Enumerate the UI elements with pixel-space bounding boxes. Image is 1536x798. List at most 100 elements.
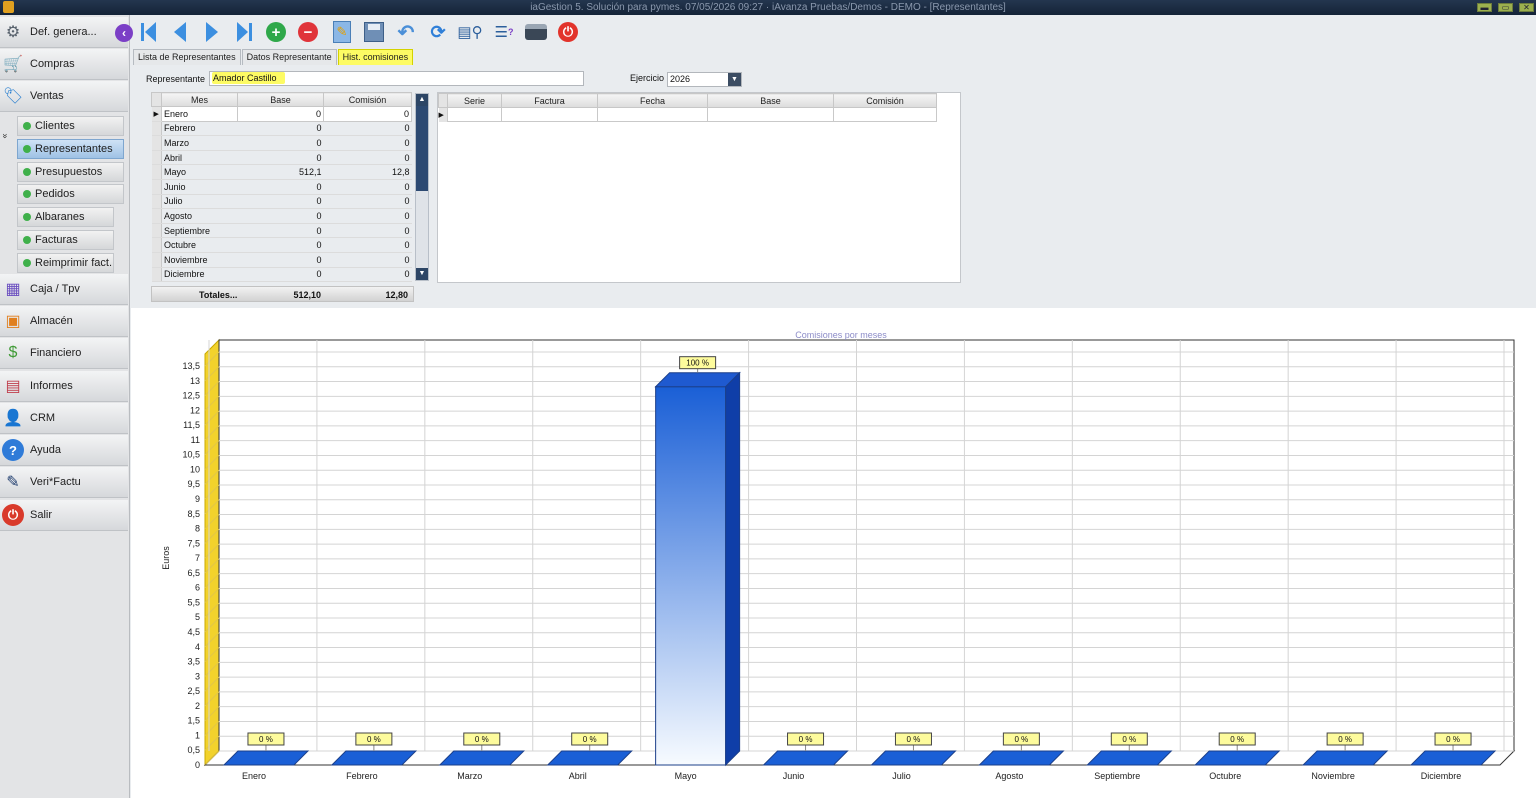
close-icon[interactable]: ⏻ bbox=[554, 19, 582, 45]
cell-mes[interactable]: Mayo bbox=[161, 164, 238, 180]
tab-hist-comisiones[interactable]: Hist. comisiones bbox=[337, 49, 414, 65]
next-record-icon[interactable] bbox=[198, 19, 226, 45]
search-icon[interactable]: ▤⚲ bbox=[456, 19, 484, 45]
cell-base[interactable]: 0 bbox=[237, 267, 324, 283]
cell-fecha[interactable] bbox=[597, 107, 708, 122]
edit-icon[interactable]: ✎ bbox=[328, 19, 356, 45]
cell-comision[interactable]: 0 bbox=[323, 106, 412, 122]
cell-comision[interactable]: 0 bbox=[323, 208, 412, 224]
sidebar-item-ventas[interactable]: 🏷 Ventas bbox=[0, 81, 128, 112]
cell-factura[interactable] bbox=[501, 107, 598, 122]
maximize-button[interactable]: ▭ bbox=[1498, 3, 1513, 12]
cell-mes[interactable]: Septiembre bbox=[161, 223, 238, 239]
cell-base[interactable]: 0 bbox=[237, 194, 324, 210]
table-row[interactable]: Junio 0 0 bbox=[151, 179, 412, 195]
sidebar-subitem-facturas[interactable]: Facturas bbox=[17, 230, 114, 250]
table-row[interactable]: Abril 0 0 bbox=[151, 150, 412, 166]
cell-base[interactable]: 0 bbox=[237, 208, 324, 224]
col-header-base[interactable]: Base bbox=[237, 92, 324, 107]
close-window-button[interactable]: ✕ bbox=[1519, 3, 1534, 12]
table-row[interactable]: Septiembre 0 0 bbox=[151, 223, 412, 239]
col-header-comision[interactable]: Comisión bbox=[833, 93, 937, 108]
cell-comision[interactable]: 0 bbox=[323, 223, 412, 239]
first-record-icon[interactable] bbox=[134, 19, 162, 45]
months-grid-scrollbar[interactable]: ▲ ▼ bbox=[415, 93, 429, 281]
cell-comision[interactable]: 0 bbox=[323, 121, 412, 137]
sidebar-subitem-presupuestos[interactable]: Presupuestos bbox=[17, 161, 124, 182]
minimize-button[interactable]: ▬ bbox=[1477, 3, 1492, 12]
sidebar-subitem-representantes[interactable]: Representantes bbox=[17, 138, 124, 159]
table-row[interactable]: ▶ Enero 0 0 bbox=[151, 106, 412, 122]
table-row[interactable]: Diciembre 0 0 bbox=[151, 267, 412, 283]
cell-base[interactable]: 0 bbox=[237, 223, 324, 239]
undo-icon[interactable]: ↶ bbox=[392, 19, 420, 45]
ejercicio-select[interactable]: 2026 ▼ bbox=[667, 72, 742, 87]
scroll-up-icon[interactable]: ▲ bbox=[416, 94, 428, 106]
table-row[interactable]: Julio 0 0 bbox=[151, 194, 412, 210]
cell-base[interactable]: 512,1 bbox=[237, 164, 324, 180]
cell-comision[interactable]: 0 bbox=[323, 252, 412, 268]
cell-mes[interactable]: Junio bbox=[161, 179, 238, 195]
sidebar-item-almac-n[interactable]: ▣ Almacén bbox=[0, 306, 128, 337]
cell-mes[interactable]: Febrero bbox=[161, 121, 238, 137]
cell-comision[interactable]: 0 bbox=[323, 150, 412, 166]
sidebar-subitem-clientes[interactable]: Clientes bbox=[17, 116, 124, 136]
sidebar-subitem-pedidos[interactable]: Pedidos bbox=[17, 184, 124, 205]
scroll-down-icon[interactable]: ▼ bbox=[416, 268, 428, 280]
sidebar-item-def-genera[interactable]: ⚙ Def. genera... bbox=[0, 17, 128, 48]
sidebar-item-caja-tpv[interactable]: ▦ Caja / Tpv bbox=[0, 274, 128, 305]
add-icon[interactable]: + bbox=[262, 19, 290, 45]
sidebar-item-veri-factu[interactable]: ✎ Veri*Factu bbox=[0, 467, 128, 498]
cell-base[interactable]: 0 bbox=[237, 237, 324, 253]
cell-base[interactable]: 0 bbox=[237, 150, 324, 166]
sidebar-item-ayuda[interactable]: ? Ayuda bbox=[0, 435, 128, 466]
cell-comision[interactable]: 0 bbox=[323, 179, 412, 195]
cell-comision[interactable]: 0 bbox=[323, 267, 412, 283]
cell-mes[interactable]: Julio bbox=[161, 194, 238, 210]
col-header-factura[interactable]: Factura bbox=[501, 93, 598, 108]
refresh-icon[interactable]: ⟳ bbox=[424, 19, 452, 45]
table-row[interactable]: Febrero 0 0 bbox=[151, 121, 412, 137]
col-header-mes[interactable]: Mes bbox=[161, 92, 238, 107]
cell-mes[interactable]: Octubre bbox=[161, 237, 238, 253]
cell-base[interactable]: 0 bbox=[237, 106, 324, 122]
cell-serie[interactable] bbox=[447, 107, 502, 122]
col-header-fecha[interactable]: Fecha bbox=[597, 93, 708, 108]
col-header-comision[interactable]: Comisión bbox=[323, 92, 412, 107]
table-row[interactable]: Marzo 0 0 bbox=[151, 135, 412, 151]
sidebar-item-financiero[interactable]: $ Financiero bbox=[0, 338, 128, 369]
sidebar-item-crm[interactable]: 👤 CRM bbox=[0, 403, 128, 434]
last-record-icon[interactable] bbox=[230, 19, 258, 45]
list-help-icon[interactable]: ☰? bbox=[490, 19, 518, 45]
table-row[interactable]: Octubre 0 0 bbox=[151, 237, 412, 253]
col-header-base[interactable]: Base bbox=[707, 93, 834, 108]
cell-base[interactable]: 0 bbox=[237, 135, 324, 151]
print-icon[interactable] bbox=[522, 19, 550, 45]
sidebar-item-compras[interactable]: 🛒 Compras bbox=[0, 49, 128, 80]
cell-base[interactable]: 0 bbox=[237, 179, 324, 195]
table-row[interactable]: Noviembre 0 0 bbox=[151, 252, 412, 268]
representante-field[interactable]: Amador Castillo bbox=[209, 71, 584, 86]
col-header-serie[interactable]: Serie bbox=[447, 93, 502, 108]
cell-comision[interactable] bbox=[833, 107, 937, 122]
cell-comision[interactable]: 0 bbox=[323, 194, 412, 210]
previous-record-icon[interactable] bbox=[166, 19, 194, 45]
cell-base[interactable] bbox=[707, 107, 834, 122]
cell-mes[interactable]: Noviembre bbox=[161, 252, 238, 268]
tab-datos-representante[interactable]: Datos Representante bbox=[241, 49, 337, 65]
cell-comision[interactable]: 0 bbox=[323, 237, 412, 253]
table-row[interactable]: ▶ bbox=[438, 107, 937, 122]
cell-base[interactable]: 0 bbox=[237, 252, 324, 268]
cell-mes[interactable]: Marzo bbox=[161, 135, 238, 151]
scroll-thumb[interactable] bbox=[416, 106, 428, 191]
chevron-down-icon[interactable]: ▼ bbox=[728, 73, 741, 86]
sidebar-subitem-albaranes[interactable]: Albaranes bbox=[17, 207, 114, 228]
tab-lista-de-representantes[interactable]: Lista de Representantes bbox=[133, 49, 241, 65]
sidebar-subitem-reimprimir-fact[interactable]: Reimprimir fact. bbox=[17, 252, 114, 273]
cell-mes[interactable]: Enero bbox=[161, 106, 238, 122]
cell-mes[interactable]: Diciembre bbox=[161, 267, 238, 283]
delete-icon[interactable]: − bbox=[294, 19, 322, 45]
collapse-group-icon[interactable]: » bbox=[1, 133, 11, 138]
sidebar-item-informes[interactable]: ▤ Informes bbox=[0, 371, 128, 402]
save-icon[interactable] bbox=[360, 19, 388, 45]
